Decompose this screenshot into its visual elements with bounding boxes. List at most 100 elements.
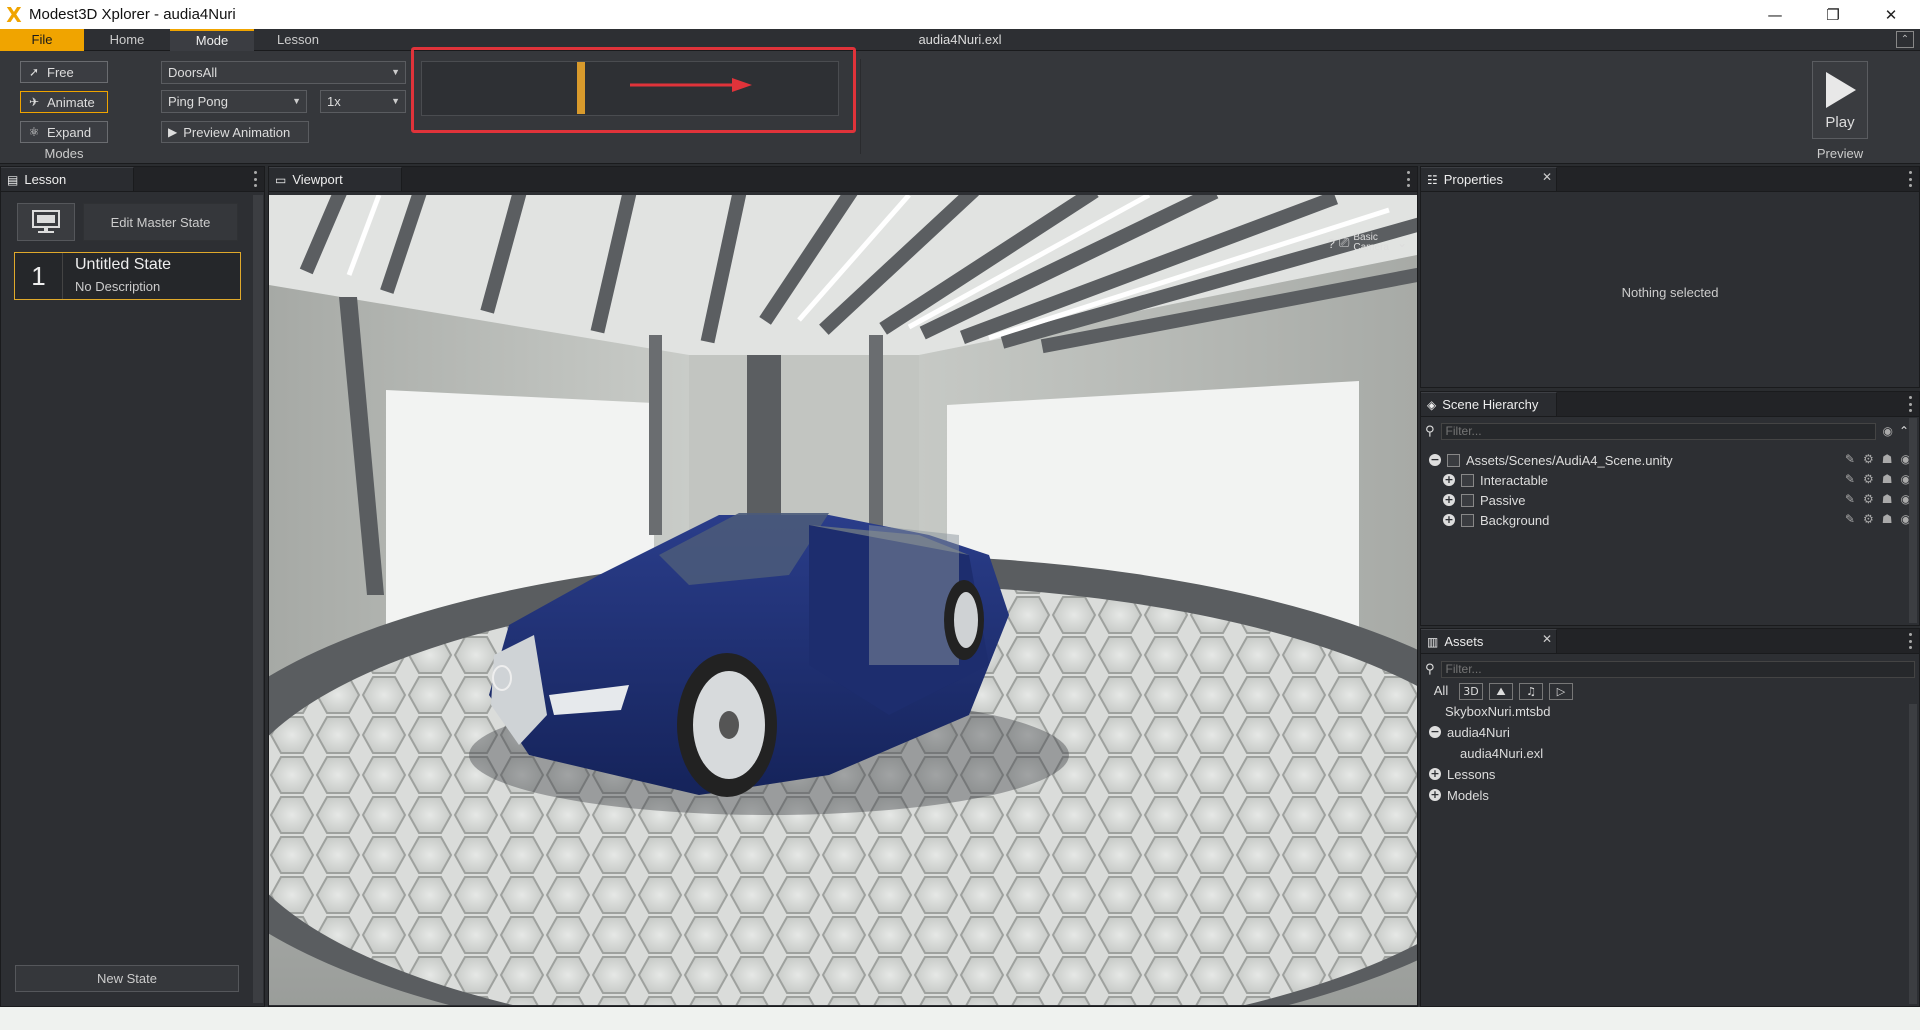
- filter-3d-button[interactable]: 3D: [1459, 682, 1483, 700]
- tree-row-root[interactable]: − Assets/Scenes/AudiA4_Scene.unity ✎ ⚙ ☗ ◉: [1429, 450, 1911, 470]
- close-icon[interactable]: ✕: [1542, 170, 1552, 184]
- modes-group-label: Modes: [44, 146, 84, 161]
- restore-button[interactable]: ❐: [1804, 0, 1862, 29]
- new-state-button[interactable]: New State: [15, 965, 239, 992]
- hierarchy-filter-input[interactable]: [1440, 422, 1877, 440]
- expand-mode-button[interactable]: ⚛ Expand: [20, 121, 108, 143]
- asset-folder-models[interactable]: + Models: [1429, 785, 1489, 805]
- free-mode-button[interactable]: ➚ Free: [20, 61, 108, 83]
- tab-lesson[interactable]: Lesson: [254, 29, 342, 51]
- tree-row-passive[interactable]: + Passive ✎ ⚙ ☗ ◉: [1443, 490, 1911, 510]
- chevron-up-icon[interactable]: ⌃: [1899, 424, 1909, 438]
- edit-master-state-button[interactable]: Edit Master State: [83, 203, 238, 241]
- tab-viewport[interactable]: ▭ Viewport: [269, 167, 402, 191]
- search-icon: ⚲: [1425, 661, 1435, 677]
- tab-mode[interactable]: Mode: [170, 29, 254, 51]
- state-card[interactable]: 1 Untitled State No Description: [14, 252, 241, 300]
- assets-filter-input[interactable]: [1440, 660, 1915, 678]
- collapse-icon[interactable]: −: [1429, 726, 1441, 738]
- properties-menu-icon[interactable]: [1907, 171, 1913, 187]
- tab-lesson-panel[interactable]: ▤ Lesson: [1, 167, 134, 191]
- pencil-icon[interactable]: ✎: [1845, 472, 1855, 486]
- target-icon[interactable]: ◉: [1882, 424, 1892, 438]
- tree-label: Interactable: [1480, 472, 1548, 488]
- pencil-icon[interactable]: ✎: [1845, 452, 1855, 466]
- filter-audio-icon[interactable]: ♫: [1519, 682, 1543, 700]
- cursor-icon: ➚: [28, 65, 40, 79]
- 3d-viewport-canvas[interactable]: ? ⎚ Basic Camera ⌄: [269, 195, 1417, 1005]
- expand-icon[interactable]: +: [1429, 789, 1441, 801]
- animation-select-value: DoorsAll: [168, 65, 218, 80]
- preview-animation-button[interactable]: ▶ Preview Animation: [161, 121, 309, 143]
- play-button[interactable]: Play: [1812, 61, 1868, 139]
- visibility-checkbox[interactable]: [1461, 513, 1474, 527]
- speed-select[interactable]: 1x ▼: [320, 90, 406, 113]
- animate-mode-button[interactable]: ✈ Animate: [20, 91, 108, 113]
- master-state-button[interactable]: [17, 203, 75, 241]
- lock-icon[interactable]: ⚙: [1863, 492, 1874, 506]
- lesson-scrollbar[interactable]: [253, 195, 263, 1003]
- tag-icon[interactable]: ☗: [1882, 492, 1893, 506]
- row-actions: ✎ ⚙ ☗ ◉: [1845, 472, 1911, 486]
- assets-filter-row: ⚲: [1425, 660, 1915, 678]
- tab-file[interactable]: File: [0, 29, 84, 51]
- visibility-checkbox[interactable]: [1447, 453, 1460, 467]
- camera-selector[interactable]: Basic Camera: [1353, 233, 1389, 253]
- asset-item[interactable]: SkyboxNuri.mtsbd: [1445, 701, 1550, 721]
- close-button[interactable]: ✕: [1862, 0, 1920, 29]
- visibility-checkbox[interactable]: [1461, 473, 1474, 487]
- tag-icon[interactable]: ☗: [1882, 512, 1893, 526]
- camera-icon: ⎚: [1338, 235, 1350, 251]
- timeline-highlight-box: [411, 47, 856, 133]
- assets-scrollbar[interactable]: [1909, 704, 1917, 1004]
- collapse-ribbon-button[interactable]: ⌃: [1896, 31, 1914, 48]
- hierarchy-menu-icon[interactable]: [1907, 396, 1913, 412]
- minimize-button[interactable]: —: [1746, 0, 1804, 29]
- hierarchy-scrollbar[interactable]: [1909, 418, 1917, 623]
- hierarchy-filter-row: ⚲ ◉ ⌃: [1425, 422, 1915, 440]
- tree-row-background[interactable]: + Background ✎ ⚙ ☗ ◉: [1443, 510, 1911, 530]
- viewport-panel: ▭ Viewport ? ⎚ Basic Camera ⌄: [268, 166, 1418, 1007]
- chevron-down-icon[interactable]: ⌄: [1397, 236, 1407, 250]
- lock-icon[interactable]: ⚙: [1863, 472, 1874, 486]
- pencil-icon[interactable]: ✎: [1845, 512, 1855, 526]
- loop-mode-select[interactable]: Ping Pong ▼: [161, 90, 307, 113]
- asset-folder-lessons[interactable]: + Lessons: [1429, 764, 1495, 784]
- chevron-down-icon: ▼: [391, 67, 400, 77]
- tree-row-interactable[interactable]: + Interactable ✎ ⚙ ☗ ◉: [1443, 470, 1911, 490]
- lesson-panel-menu-icon[interactable]: [252, 171, 258, 187]
- assets-menu-icon[interactable]: [1907, 633, 1913, 649]
- lock-icon[interactable]: ⚙: [1863, 452, 1874, 466]
- filter-all-button[interactable]: All: [1429, 683, 1453, 700]
- tab-home[interactable]: Home: [84, 29, 170, 51]
- play-icon: ▶: [168, 125, 178, 139]
- viewport-tab-label: Viewport: [292, 172, 343, 187]
- expand-icon[interactable]: +: [1443, 494, 1455, 506]
- play-label: Play: [1825, 113, 1855, 131]
- rocket-icon: ✈: [28, 95, 40, 109]
- asset-folder[interactable]: − audia4Nuri: [1429, 722, 1510, 742]
- filter-image-icon[interactable]: ⛰: [1489, 682, 1513, 700]
- filter-video-icon[interactable]: ▷: [1549, 682, 1573, 700]
- expand-icon[interactable]: +: [1429, 768, 1441, 780]
- tree-label: Background: [1480, 512, 1550, 528]
- visibility-checkbox[interactable]: [1461, 493, 1474, 507]
- pencil-icon[interactable]: ✎: [1845, 492, 1855, 506]
- tab-properties[interactable]: ☷ Properties ✕: [1421, 167, 1557, 191]
- properties-panel: ☷ Properties ✕ Nothing selected: [1420, 166, 1920, 388]
- tag-icon[interactable]: ☗: [1882, 472, 1893, 486]
- tab-assets[interactable]: ▥ Assets ✕: [1421, 629, 1557, 653]
- animation-select[interactable]: DoorsAll ▼: [161, 61, 406, 84]
- expand-icon[interactable]: +: [1443, 474, 1455, 486]
- expand-icon[interactable]: +: [1443, 514, 1455, 526]
- asset-item[interactable]: audia4Nuri.exl: [1460, 743, 1543, 763]
- expand-mode-label: Expand: [47, 124, 92, 140]
- status-bar: [0, 1007, 1920, 1030]
- collapse-icon[interactable]: −: [1429, 454, 1441, 466]
- lock-icon[interactable]: ⚙: [1863, 512, 1874, 526]
- tag-icon[interactable]: ☗: [1882, 452, 1893, 466]
- help-icon[interactable]: ?: [1328, 236, 1335, 251]
- tab-scene-hierarchy[interactable]: ◈ Scene Hierarchy: [1421, 392, 1557, 416]
- viewport-menu-icon[interactable]: [1405, 171, 1411, 187]
- close-icon[interactable]: ✕: [1542, 632, 1552, 646]
